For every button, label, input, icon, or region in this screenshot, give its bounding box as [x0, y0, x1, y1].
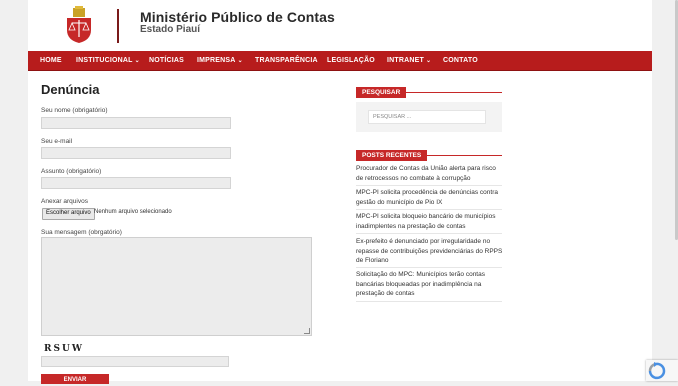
recent-posts-title: POSTS RECENTES	[356, 144, 502, 161]
name-label: Seu nome (obrigatório)	[41, 107, 108, 114]
subject-field[interactable]	[41, 177, 231, 189]
search-widget: PESQUISAR ...	[356, 102, 502, 132]
message-textarea[interactable]	[41, 237, 312, 336]
divider	[356, 233, 502, 234]
divider	[356, 209, 502, 210]
org-name[interactable]: Ministério Público de Contas	[140, 9, 335, 25]
chevron-down-icon: ⌄	[426, 58, 432, 64]
recent-post-link[interactable]: MPC-PI solicita procedência de denúncias…	[356, 188, 504, 207]
logo-icon[interactable]	[66, 6, 92, 44]
recent-post-link[interactable]: Procurador de Contas da União alerta par…	[356, 164, 504, 183]
nav-contato[interactable]: CONTATO	[443, 51, 478, 70]
submit-button[interactable]: ENVIAR	[41, 374, 109, 384]
org-subtitle: Estado Piauí	[140, 24, 201, 35]
recent-post-link[interactable]: Solicitação do MPC: Municípios terão con…	[356, 270, 504, 299]
recaptcha-icon	[648, 362, 666, 380]
divider	[356, 301, 502, 302]
file-status: Nenhum arquivo selecionado	[94, 209, 172, 215]
nav-imprensa[interactable]: IMPRENSA ⌄	[197, 51, 243, 70]
nav-noticias[interactable]: NOTÍCIAS	[149, 51, 184, 70]
logo-divider	[117, 9, 119, 43]
chevron-down-icon: ⌄	[237, 58, 243, 64]
email-label: Seu e-mail	[41, 138, 73, 145]
search-widget-title: PESQUISAR	[356, 81, 502, 98]
search-input[interactable]: PESQUISAR ...	[368, 110, 486, 124]
message-label: Sua mensagem (obrgatório)	[41, 229, 122, 236]
nav-intranet[interactable]: INTRANET ⌄	[387, 51, 431, 70]
page: Ministério Público de Contas Estado Piau…	[28, 0, 652, 384]
site-header: Ministério Público de Contas Estado Piau…	[28, 0, 652, 51]
choose-file-button[interactable]: Escolher arquivo	[42, 208, 95, 220]
subject-label: Assunto (obrigatório)	[41, 168, 102, 175]
recent-post-link[interactable]: Ex-prefeito é denunciado por irregularid…	[356, 237, 504, 266]
divider	[356, 185, 502, 186]
email-field[interactable]	[41, 147, 231, 159]
recent-post-link[interactable]: MPC-PI solicita bloqueio bancário de mun…	[356, 212, 504, 231]
attach-label: Anexar arquivos	[41, 198, 88, 205]
main-nav: HOME INSTITUCIONAL ⌄ NOTÍCIAS IMPRENSA ⌄ T…	[28, 51, 652, 71]
divider	[356, 267, 502, 268]
captcha-field[interactable]	[41, 356, 229, 367]
nav-transparencia[interactable]: TRANSPARÊNCIA	[255, 51, 318, 70]
nav-legislacao[interactable]: LEGISLAÇÃO	[327, 51, 375, 70]
captcha-image: RSUW	[44, 344, 84, 354]
nav-institucional[interactable]: INSTITUCIONAL ⌄	[76, 51, 140, 70]
chevron-down-icon: ⌄	[134, 58, 140, 64]
page-title: Denúncia	[41, 82, 100, 97]
resize-grip-icon[interactable]	[304, 328, 310, 334]
recaptcha-badge[interactable]	[646, 360, 678, 381]
nav-home[interactable]: HOME	[40, 51, 62, 70]
name-field[interactable]	[41, 117, 231, 129]
